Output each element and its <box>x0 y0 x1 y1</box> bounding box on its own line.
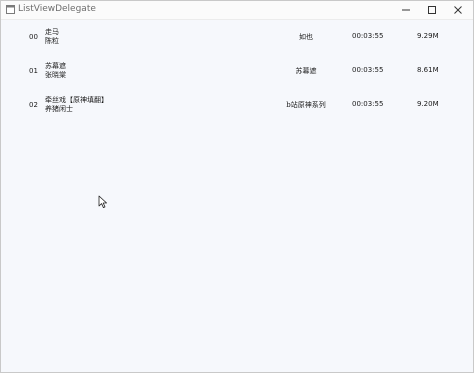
song-size: 9.29M <box>417 32 439 40</box>
minimize-button[interactable] <box>393 1 419 19</box>
song-duration: 00:03:55 <box>352 100 384 108</box>
mouse-pointer-icon <box>98 195 107 208</box>
song-duration: 00:03:55 <box>352 66 384 74</box>
song-artist: 陈粒 <box>45 37 59 45</box>
song-size: 8.61M <box>417 66 439 74</box>
song-duration: 00:03:55 <box>352 32 384 40</box>
list-item[interactable]: 01 苏幕遮 张晓棠 苏幕遮 00:03:55 8.61M <box>1 54 473 86</box>
minimize-icon <box>402 9 410 11</box>
close-icon <box>454 6 462 14</box>
window-title: ListViewDelegate <box>18 4 96 14</box>
app-window: ListViewDelegate 00 走马 陈粒 如也 00:03:55 9.… <box>0 0 474 373</box>
title-bar[interactable]: ListViewDelegate <box>1 1 473 20</box>
list-item[interactable]: 02 牵丝戏【原神填翻】 养猪闲士 b站原神系列 00:03:55 9.20M <box>1 88 473 120</box>
list-item[interactable]: 00 走马 陈粒 如也 00:03:55 9.29M <box>1 20 473 52</box>
song-artist: 养猪闲士 <box>45 105 73 113</box>
song-index: 01 <box>29 67 38 75</box>
song-album: b站原神系列 <box>286 101 326 109</box>
song-index: 02 <box>29 101 38 109</box>
app-window-icon <box>6 5 15 14</box>
song-list[interactable]: 00 走马 陈粒 如也 00:03:55 9.29M 01 苏幕遮 张晓棠 苏幕… <box>1 20 473 372</box>
song-size: 9.20M <box>417 100 439 108</box>
maximize-icon <box>428 6 436 14</box>
song-album: 如也 <box>299 33 313 41</box>
close-button[interactable] <box>445 1 471 19</box>
song-artist: 张晓棠 <box>45 71 66 79</box>
song-album: 苏幕遮 <box>295 67 317 75</box>
maximize-button[interactable] <box>419 1 445 19</box>
song-index: 00 <box>29 33 38 41</box>
